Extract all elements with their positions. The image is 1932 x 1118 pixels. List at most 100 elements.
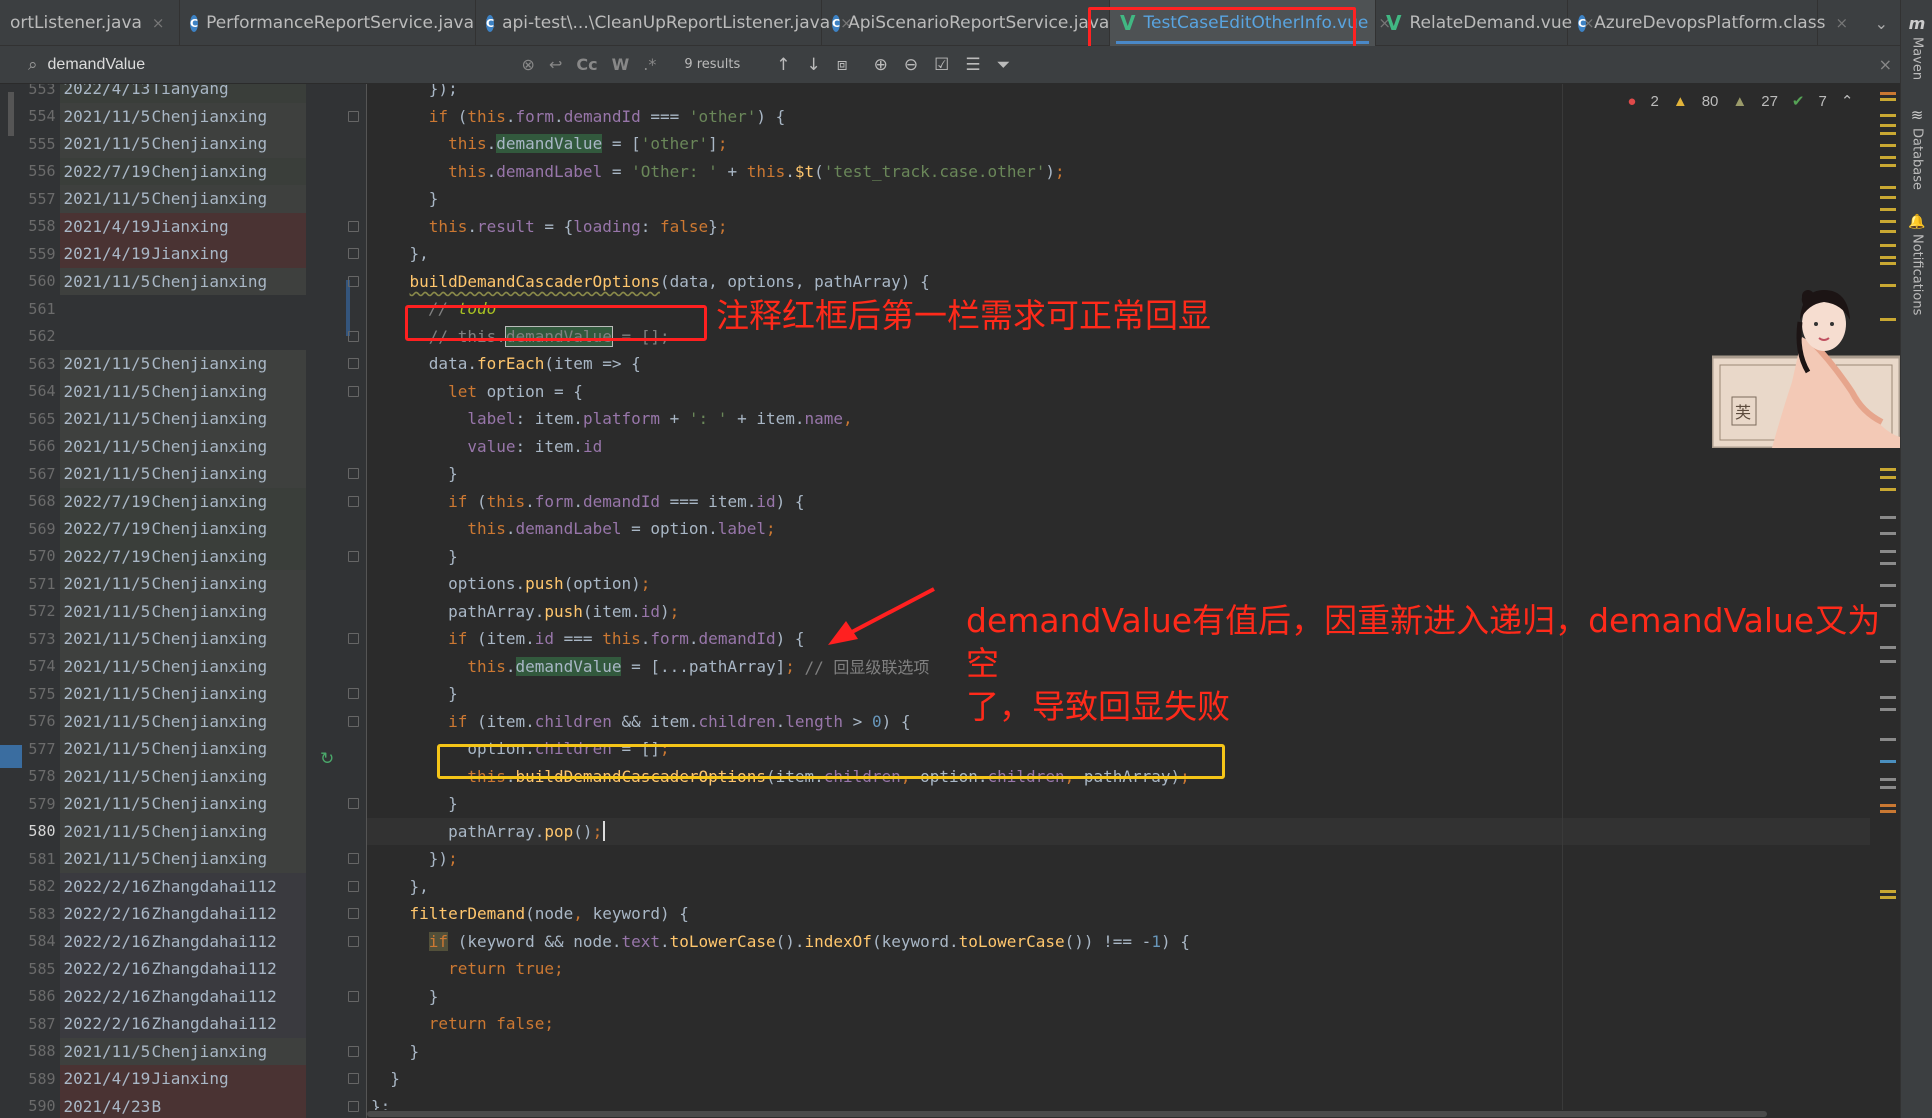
error-stripe-mark[interactable]	[1880, 584, 1896, 587]
blame-row[interactable]: 558 2021/4/19 Jianxing	[22, 212, 306, 240]
error-stripe-mark[interactable]	[1880, 550, 1896, 553]
code-line[interactable]: option. children = [];	[367, 735, 1900, 763]
error-stripe-mark[interactable]	[1880, 230, 1896, 233]
blame-row[interactable]: 586 2022/2/16 Zhangdahai112	[22, 982, 306, 1010]
open-in-window-icon[interactable]: ⧈	[837, 55, 848, 75]
find-input[interactable]	[47, 55, 508, 74]
code-line[interactable]: }	[367, 460, 1900, 488]
blame-row[interactable]: 569 2022/7/19 Chenjianxing	[22, 515, 306, 543]
error-stripe-mark[interactable]	[1880, 164, 1896, 167]
maven-tool-button[interactable]: m Maven	[1901, 14, 1932, 80]
code-line[interactable]: }	[367, 543, 1900, 571]
code-line[interactable]: return false;	[367, 1010, 1900, 1038]
fold-marker-icon[interactable]	[348, 550, 359, 562]
code-line[interactable]: data. forEach (item => {	[367, 350, 1900, 378]
regex-button[interactable]: .*	[643, 55, 656, 74]
code-line[interactable]: pathArray. pop();	[367, 817, 1900, 845]
fold-marker-icon[interactable]	[348, 880, 359, 892]
blame-row[interactable]: 577 2021/11/5 Chenjianxing	[22, 735, 306, 763]
match-case-button[interactable]: Cc	[576, 55, 597, 74]
fold-marker-icon[interactable]	[348, 853, 359, 864]
code-line[interactable]: if (this. form. demandId === 'other') {	[367, 103, 1900, 131]
code-line[interactable]: }	[367, 983, 1900, 1011]
code-line[interactable]: options. push (option);	[367, 570, 1900, 598]
error-stripe-mark[interactable]	[1880, 132, 1896, 135]
fold-marker-icon[interactable]	[348, 275, 359, 287]
error-stripe-mark[interactable]	[1880, 144, 1896, 147]
error-stripe-mark[interactable]	[1880, 786, 1896, 789]
error-stripe-mark[interactable]	[1880, 186, 1896, 189]
code-line[interactable]: });	[367, 84, 1900, 103]
code-line[interactable]: value: item. id	[367, 433, 1900, 461]
fold-marker-icon[interactable]	[348, 358, 359, 369]
blame-row[interactable]: 554 2021/11/5 Chenjianxing	[22, 102, 306, 130]
fold-marker-icon[interactable]	[348, 110, 359, 122]
blame-row[interactable]: 563 2021/11/5 Chenjianxing	[22, 350, 306, 378]
horizontal-scrollbar[interactable]	[367, 1110, 1867, 1118]
blame-row[interactable]: 562	[22, 323, 306, 351]
fold-marker-icon[interactable]	[348, 990, 359, 1002]
close-tab-icon[interactable]: ×	[152, 14, 165, 32]
close-find-icon[interactable]: ×	[1879, 55, 1892, 74]
code-line[interactable]: },	[367, 873, 1900, 901]
code-line[interactable]: this. buildDemandCascaderOptions (item. chi…	[367, 763, 1900, 791]
tab-ortlistener-java[interactable]: ortListener.java ×	[0, 0, 180, 46]
blame-row[interactable]: 556 2022/7/19 Chenjianxing	[22, 157, 306, 185]
fold-marker-icon[interactable]	[348, 1045, 359, 1057]
fold-marker-icon[interactable]	[348, 495, 359, 507]
error-stripe-mark[interactable]	[1880, 810, 1896, 813]
error-stripe-mark[interactable]	[1880, 156, 1896, 159]
new-line-icon[interactable]: ↩	[549, 55, 562, 74]
code-line[interactable]: });	[367, 845, 1900, 873]
code-line[interactable]: },	[367, 240, 1900, 268]
error-stripe-mark[interactable]	[1880, 262, 1896, 265]
blame-row[interactable]: 583 2022/2/16 Zhangdahai112	[22, 900, 306, 928]
blame-row[interactable]: 573 2021/11/5 Chenjianxing	[22, 625, 306, 653]
blame-row[interactable]: 576 2021/11/5 Chenjianxing	[22, 707, 306, 735]
fold-marker-icon[interactable]	[348, 330, 359, 342]
error-stripe-mark[interactable]	[1880, 562, 1896, 565]
previous-occurrence-icon[interactable]: ↑	[776, 55, 790, 75]
blame-row[interactable]: 587 2022/2/16 Zhangdahai112	[22, 1010, 306, 1038]
code-line[interactable]: let option = {	[367, 378, 1900, 406]
error-stripe-mark[interactable]	[1880, 488, 1896, 491]
fold-marker-icon[interactable]	[348, 798, 359, 809]
code-line[interactable]: }	[367, 1065, 1900, 1093]
fold-marker-icon[interactable]	[348, 633, 359, 644]
blame-row[interactable]: 574 2021/11/5 Chenjianxing	[22, 652, 306, 680]
blame-row[interactable]: 557 2021/11/5 Chenjianxing	[22, 185, 306, 213]
blame-row[interactable]: 553 2022/4/13 Tianyang	[22, 84, 306, 103]
blame-row[interactable]: 578 2021/11/5 Chenjianxing	[22, 762, 306, 790]
error-stripe-mark[interactable]	[1880, 98, 1896, 101]
fold-marker-icon[interactable]	[348, 248, 359, 259]
code-line[interactable]: this. demandLabel = option. label;	[367, 515, 1900, 543]
blame-row[interactable]: 555 2021/11/5 Chenjianxing	[22, 130, 306, 158]
blame-row[interactable]: 588 2021/11/5 Chenjianxing	[22, 1037, 306, 1065]
blame-row[interactable]: 559 2021/4/19 Jianxing	[22, 240, 306, 268]
code-line[interactable]: if (this. form. demandId === item. id) {	[367, 488, 1900, 516]
error-stripe-mark[interactable]	[1880, 196, 1896, 199]
next-occurrence-icon[interactable]: ↓	[807, 55, 821, 75]
notifications-tool-button[interactable]: 🔔 Notifications	[1901, 214, 1932, 315]
fold-marker-icon[interactable]	[348, 468, 359, 479]
blame-row[interactable]: 589 2021/4/19 Jianxing	[22, 1065, 306, 1093]
fold-marker-icon[interactable]	[348, 908, 359, 919]
code-line[interactable]: }	[367, 790, 1900, 818]
clear-search-icon[interactable]: ⊗	[522, 55, 535, 74]
tab-relatedemand-vue[interactable]: V RelateDemand.vue ×	[1376, 0, 1595, 46]
error-stripe-mark[interactable]	[1880, 778, 1896, 781]
code-line[interactable]: if (keyword && node. text. toLowerCase (). i…	[367, 928, 1900, 956]
blame-row[interactable]: 585 2022/2/16 Zhangdahai112	[22, 955, 306, 983]
tab-api-test-cleanupreportlistener-java[interactable]: Capi-test\...\CleanUpReportListener.java…	[476, 0, 853, 46]
fold-marker-icon[interactable]	[348, 715, 359, 727]
blame-row[interactable]: 579 2021/11/5 Chenjianxing	[22, 790, 306, 818]
tab-performancereportservice-java[interactable]: CPerformanceReportService.java×	[180, 0, 497, 46]
tab-apiscenarioreportservice-java[interactable]: CApiScenarioReportService.java×	[822, 0, 1132, 46]
recursive-call-icon[interactable]: ↻	[320, 749, 334, 769]
fold-marker-icon[interactable]	[348, 688, 359, 699]
error-stripe-mark[interactable]	[1880, 890, 1896, 893]
code-line[interactable]: }	[367, 185, 1900, 213]
blame-row[interactable]: 566 2021/11/5 Chenjianxing	[22, 432, 306, 460]
blame-row[interactable]: 560 2021/11/5 Chenjianxing	[22, 267, 306, 295]
blame-row[interactable]: 565 2021/11/5 Chenjianxing	[22, 405, 306, 433]
